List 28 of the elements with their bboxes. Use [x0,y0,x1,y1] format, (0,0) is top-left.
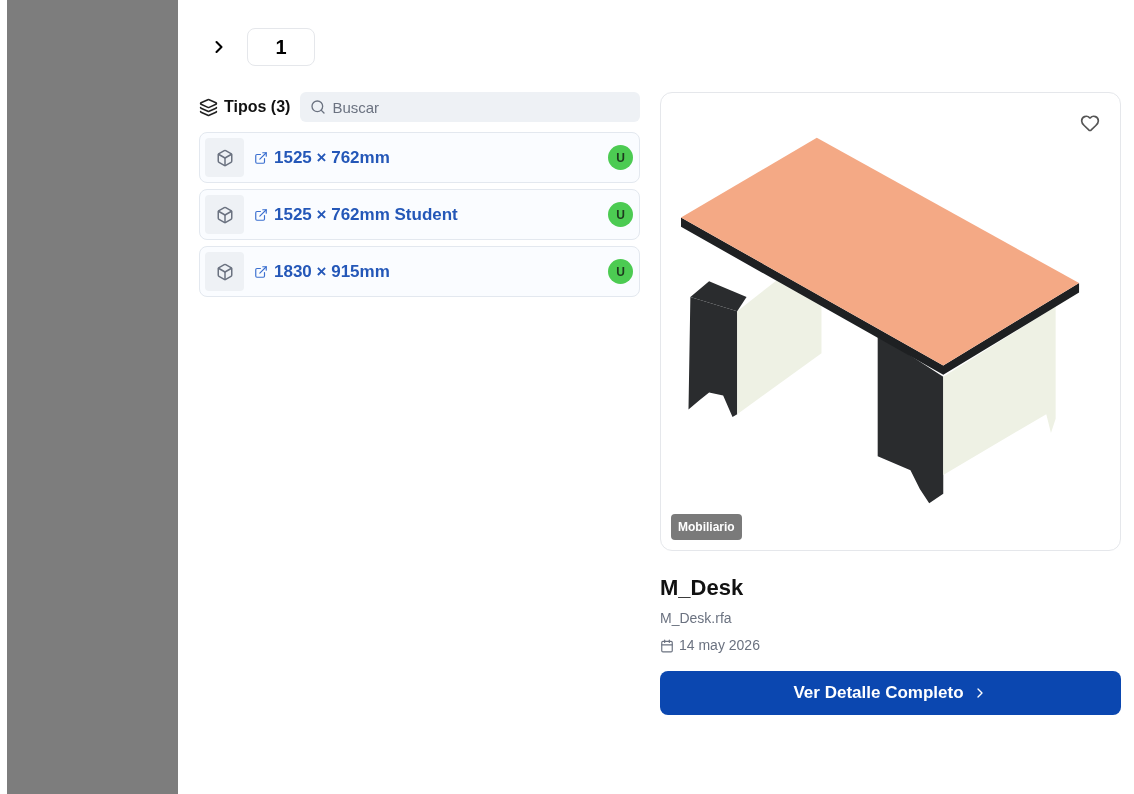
heart-icon [1080,113,1100,133]
calendar-icon [660,638,674,653]
external-link-icon [254,207,268,222]
user-badge: U [608,145,633,170]
favorite-button[interactable] [1080,113,1100,133]
type-row[interactable]: 1525 × 762mm Student U [199,189,640,240]
file-name: M_Desk.rfa [660,609,733,628]
item-title: M_Desk [660,574,745,602]
category-tag: Mobiliario [671,514,742,540]
user-badge: U [608,259,633,284]
external-link-icon [254,264,268,279]
types-heading: Tipos (3) [224,97,291,117]
user-badge: U [608,202,633,227]
cube-icon [215,262,234,281]
view-detail-button[interactable]: Ver Detalle Completo [660,671,1121,715]
search-icon [310,99,327,115]
type-row[interactable]: 1525 × 762mm U [199,132,640,183]
layers-icon [199,97,218,117]
search-field[interactable]: Buscar [300,92,640,122]
type-row[interactable]: 1830 × 915mm U [199,246,640,297]
cube-icon [215,148,234,167]
cube-icon [215,205,234,224]
external-link-icon [254,150,268,165]
type-link[interactable]: 1525 × 762mm [274,144,598,171]
type-link[interactable]: 1525 × 762mm Student [274,201,598,228]
page-number-field[interactable]: 1 [247,28,315,66]
date-text: 14 may 2026 [679,636,760,655]
type-link[interactable]: 1830 × 915mm [274,258,598,285]
